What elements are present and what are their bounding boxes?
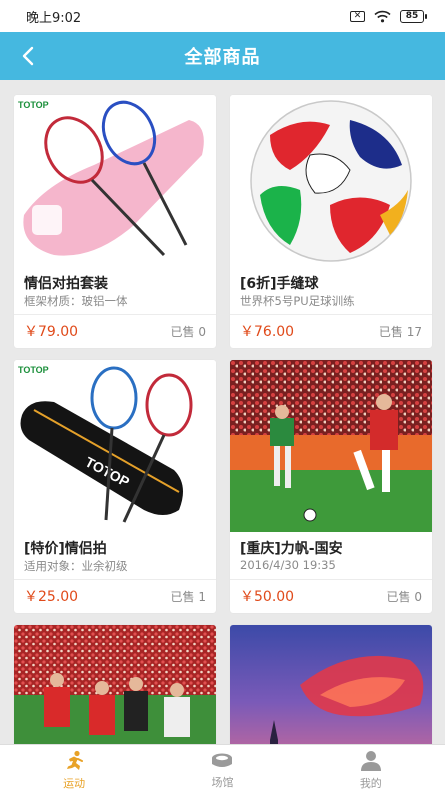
product-desc: 世界杯5号PU足球训练 <box>240 294 355 308</box>
product-sold-count: 已售 17 <box>378 324 422 339</box>
product-image-badminton-set: TOTOP <box>14 95 216 267</box>
product-price: ￥25.00 <box>24 589 79 605</box>
running-man-icon <box>67 750 84 770</box>
product-desc: 适用对象：业余初级 <box>24 559 128 573</box>
product-card[interactable] <box>230 625 432 744</box>
tab-label: 我的 <box>359 776 382 790</box>
product-list[interactable]: TOTOP 情侣对拍套装 框架材质：玻铝一体 ￥79.00 已售 0 [6折]手… <box>0 80 445 744</box>
status-bar: 晚上9:02 ✕ 85 <box>0 0 445 32</box>
chevron-left-icon <box>22 46 34 66</box>
status-time: 晚上9:02 <box>26 10 82 26</box>
product-card[interactable] <box>14 625 216 744</box>
product-price: ￥79.00 <box>24 324 79 340</box>
tab-mine[interactable]: 我的 <box>297 745 445 795</box>
battery-level: 85 <box>400 9 424 23</box>
battery-icon: 85 <box>400 9 427 23</box>
product-sold-count: 已售 0 <box>170 324 206 339</box>
product-image-sunset-sky <box>230 625 432 744</box>
product-card[interactable]: [6折]手缝球 世界杯5号PU足球训练 ￥76.00 已售 17 <box>230 95 432 348</box>
back-button[interactable] <box>10 32 46 80</box>
product-image-badminton-black-bag: TOTOP TOTOP <box>14 360 216 532</box>
product-sold-count: 已售 0 <box>386 589 422 604</box>
product-price: ￥76.00 <box>240 324 295 340</box>
tab-venue[interactable]: 场馆 <box>148 745 296 795</box>
product-card[interactable]: [重庆]力帆-国安 2016/4/30 19:35 ￥50.00 已售 0 <box>230 360 432 613</box>
status-icons: ✕ 85 <box>350 9 427 23</box>
product-desc: 框架材质：玻铝一体 <box>24 294 128 308</box>
stadium-icon <box>212 753 233 767</box>
product-name: [重庆]力帆-国安 <box>240 541 343 556</box>
product-image-soccer-ball <box>230 95 432 267</box>
product-card[interactable]: TOTOP TOTOP [特价]情侣拍 适用对象：业余初级 ￥25.00 已售 … <box>14 360 216 613</box>
product-image-football-players <box>14 625 216 744</box>
svg-text:TOTOP: TOTOP <box>18 100 49 110</box>
product-desc: 2016/4/30 19:35 <box>240 558 336 572</box>
wifi-icon <box>374 10 391 22</box>
product-image-football-match <box>230 360 432 532</box>
tab-sport[interactable]: 运动 <box>0 745 148 795</box>
tab-label: 场馆 <box>211 775 234 789</box>
user-icon <box>360 750 381 771</box>
page-title: 全部商品 <box>184 47 261 68</box>
svg-text:TOTOP: TOTOP <box>18 365 49 375</box>
no-sim-icon: ✕ <box>350 10 365 22</box>
bottom-tab-bar: 运动 场馆 我的 <box>0 744 445 795</box>
product-card[interactable]: TOTOP 情侣对拍套装 框架材质：玻铝一体 ￥79.00 已售 0 <box>14 95 216 348</box>
product-name: [特价]情侣拍 <box>24 541 107 556</box>
tab-label: 运动 <box>63 776 86 790</box>
product-name: 情侣对拍套装 <box>24 276 108 291</box>
header-bar: 全部商品 <box>0 32 445 80</box>
product-price: ￥50.00 <box>240 589 295 605</box>
product-sold-count: 已售 1 <box>170 589 206 604</box>
product-name: [6折]手缝球 <box>240 276 319 291</box>
